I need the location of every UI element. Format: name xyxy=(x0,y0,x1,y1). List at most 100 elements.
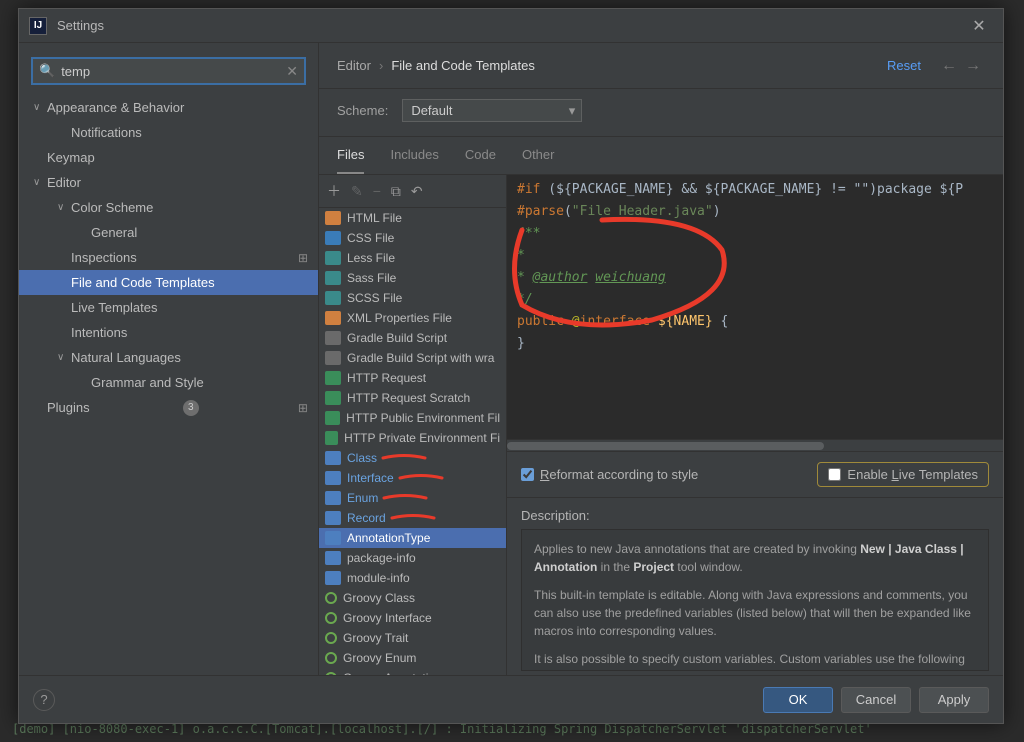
close-icon[interactable]: ✕ xyxy=(965,12,993,40)
live-templates-checkbox-input[interactable] xyxy=(828,468,841,481)
tree-item[interactable]: File and Code Templates xyxy=(19,270,318,295)
template-item[interactable]: HTML File xyxy=(319,208,506,228)
breadcrumb-row: Editor › File and Code Templates Reset ←… xyxy=(319,43,1003,89)
template-item-label: Class xyxy=(347,451,377,465)
tree-item[interactable]: General xyxy=(19,220,318,245)
ok-button[interactable]: OK xyxy=(763,687,833,713)
tree-item-label: Editor xyxy=(47,175,81,190)
description-section: Description: Applies to new Java annotat… xyxy=(507,497,1003,675)
tab-code[interactable]: Code xyxy=(465,147,496,174)
template-item[interactable]: Interface xyxy=(319,468,506,488)
background-log: [demo] [nio-8080-exec-1] o.a.c.c.C.[Tomc… xyxy=(12,722,1012,736)
file-type-icon xyxy=(325,551,341,565)
tree-item[interactable]: ∨Color Scheme xyxy=(19,195,318,220)
template-item[interactable]: Enum xyxy=(319,488,506,508)
tab-files[interactable]: Files xyxy=(337,147,364,174)
tree-item[interactable]: Plugins3⊞ xyxy=(19,395,318,420)
tree-item[interactable]: Notifications xyxy=(19,120,318,145)
reset-link[interactable]: Reset xyxy=(887,58,921,73)
titlebar: IJ Settings ✕ xyxy=(19,9,1003,43)
tree-item[interactable]: ∨Editor xyxy=(19,170,318,195)
file-type-icon xyxy=(325,231,341,245)
template-item[interactable]: Groovy Trait xyxy=(319,628,506,648)
template-item-label: HTTP Private Environment Fi xyxy=(344,431,500,445)
template-item[interactable]: Groovy Enum xyxy=(319,648,506,668)
template-item-label: Gradle Build Script xyxy=(347,331,447,345)
template-item[interactable]: AnnotationType xyxy=(319,528,506,548)
tab-other[interactable]: Other xyxy=(522,147,555,174)
tree-item-label: Live Templates xyxy=(71,300,157,315)
cancel-button[interactable]: Cancel xyxy=(841,687,911,713)
template-item[interactable]: CSS File xyxy=(319,228,506,248)
template-item-label: Groovy Enum xyxy=(343,651,416,665)
horizontal-scrollbar[interactable] xyxy=(507,439,1003,451)
template-item[interactable]: HTTP Request Scratch xyxy=(319,388,506,408)
file-type-icon xyxy=(325,431,338,445)
nav-forward-icon[interactable]: → xyxy=(965,57,981,75)
template-item[interactable]: package-info xyxy=(319,548,506,568)
file-type-icon xyxy=(325,632,337,644)
tree-item[interactable]: ∨Natural Languages xyxy=(19,345,318,370)
template-toolbar: ＋ ✎ − ⧉ ↶ xyxy=(319,175,506,208)
search-input-wrapper[interactable]: 🔍 ✕ xyxy=(31,57,306,85)
tree-item[interactable]: Intentions xyxy=(19,320,318,345)
template-item[interactable]: Gradle Build Script xyxy=(319,328,506,348)
chevron-right-icon: › xyxy=(379,58,383,73)
reformat-checkbox[interactable]: Reformat according to style xyxy=(521,467,698,482)
tree-item-label: Color Scheme xyxy=(71,200,153,215)
template-item[interactable]: Gradle Build Script with wra xyxy=(319,348,506,368)
tree-item-label: Appearance & Behavior xyxy=(47,100,184,115)
template-item[interactable]: Less File xyxy=(319,248,506,268)
template-item[interactable]: SCSS File xyxy=(319,288,506,308)
gear-icon[interactable]: ⊞ xyxy=(298,401,308,415)
help-icon[interactable]: ? xyxy=(33,689,55,711)
file-type-icon xyxy=(325,652,337,664)
tree-item[interactable]: Live Templates xyxy=(19,295,318,320)
scheme-label: Scheme: xyxy=(337,103,388,118)
file-type-icon xyxy=(325,451,341,465)
template-item-label: HTML File xyxy=(347,211,402,225)
tree-item[interactable]: Grammar and Style xyxy=(19,370,318,395)
search-input[interactable] xyxy=(61,64,286,79)
file-type-icon xyxy=(325,391,341,405)
tree-item[interactable]: Inspections⊞ xyxy=(19,245,318,270)
template-item[interactable]: Sass File xyxy=(319,268,506,288)
tree-item[interactable]: ∨Appearance & Behavior xyxy=(19,95,318,120)
template-item-label: Groovy Class xyxy=(343,591,415,605)
template-item[interactable]: Class xyxy=(319,448,506,468)
scheme-select[interactable]: Default xyxy=(402,99,582,122)
copy-icon[interactable]: ⧉ xyxy=(391,183,401,200)
enable-live-templates[interactable]: Enable Live Templates xyxy=(817,462,989,487)
edit-icon[interactable]: ✎ xyxy=(351,183,363,200)
template-item[interactable]: Groovy Interface xyxy=(319,608,506,628)
template-item[interactable]: Groovy Annotation xyxy=(319,668,506,675)
template-item[interactable]: module-info xyxy=(319,568,506,588)
dialog-title: Settings xyxy=(57,18,965,33)
tree-item[interactable]: Keymap xyxy=(19,145,318,170)
reformat-checkbox-input[interactable] xyxy=(521,468,534,481)
tree-item-label: General xyxy=(91,225,137,240)
template-item[interactable]: HTTP Private Environment Fi xyxy=(319,428,506,448)
template-item[interactable]: HTTP Public Environment Fil xyxy=(319,408,506,428)
template-item-label: Groovy Trait xyxy=(343,631,408,645)
template-item[interactable]: Record xyxy=(319,508,506,528)
nav-back-icon[interactable]: ← xyxy=(941,57,957,75)
remove-icon[interactable]: − xyxy=(373,183,381,199)
code-and-options: #if (${PACKAGE_NAME} && ${PACKAGE_NAME} … xyxy=(507,175,1003,675)
clear-search-icon[interactable]: ✕ xyxy=(286,63,298,80)
template-item[interactable]: Groovy Class xyxy=(319,588,506,608)
file-type-icon xyxy=(325,271,341,285)
tab-includes[interactable]: Includes xyxy=(390,147,438,174)
add-icon[interactable]: ＋ xyxy=(327,181,341,201)
template-tabs: Files Includes Code Other xyxy=(319,137,1003,175)
revert-icon[interactable]: ↶ xyxy=(411,183,423,200)
template-item-label: XML Properties File xyxy=(347,311,452,325)
template-item[interactable]: XML Properties File xyxy=(319,308,506,328)
apply-button[interactable]: Apply xyxy=(919,687,989,713)
description-body: Applies to new Java annotations that are… xyxy=(521,529,989,671)
template-item[interactable]: HTTP Request xyxy=(319,368,506,388)
gear-icon[interactable]: ⊞ xyxy=(298,251,308,265)
annotation-underline xyxy=(382,491,428,505)
template-code[interactable]: #if (${PACKAGE_NAME} && ${PACKAGE_NAME} … xyxy=(507,175,1003,439)
tree-item-label: Intentions xyxy=(71,325,127,340)
